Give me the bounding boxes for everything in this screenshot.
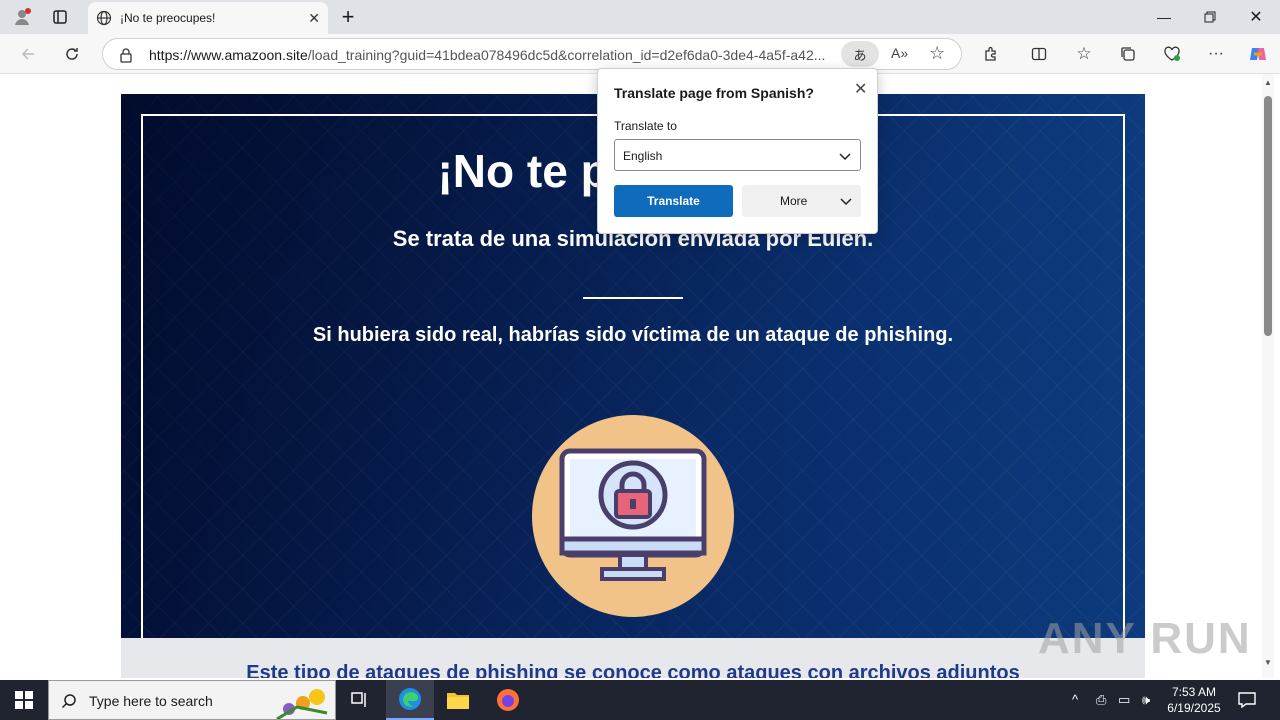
new-tab-icon[interactable]: +: [336, 0, 360, 34]
taskbar-search-box[interactable]: Type here to search: [48, 680, 336, 720]
translate-button[interactable]: Translate: [614, 185, 733, 217]
wifi-icon[interactable]: ▭: [1118, 692, 1130, 708]
extensions-icon[interactable]: [977, 40, 1005, 68]
chevron-down-icon: [840, 198, 852, 206]
back-icon[interactable]: [14, 40, 42, 68]
favorite-star-icon[interactable]: ☆: [929, 43, 945, 64]
lower-heading: Este tipo de ataques de phishing se cono…: [246, 662, 1020, 678]
scrollbar-thumb[interactable]: [1264, 96, 1272, 336]
lower-section: Este tipo de ataques de phishing se cono…: [121, 638, 1145, 678]
close-tab-icon[interactable]: ✕: [308, 10, 320, 27]
volume-icon[interactable]: 🕪: [1142, 692, 1150, 708]
scroll-down-icon[interactable]: ▼: [1264, 658, 1272, 667]
read-aloud-icon[interactable]: A»: [891, 45, 908, 61]
collections-icon[interactable]: [1114, 40, 1142, 68]
task-view-icon[interactable]: [336, 680, 384, 720]
refresh-icon[interactable]: [58, 40, 86, 68]
search-placeholder: Type here to search: [89, 693, 213, 709]
lock-info-icon[interactable]: [119, 47, 133, 68]
tab-title: ¡No te preocupes!: [120, 11, 216, 25]
minimize-icon[interactable]: —: [1150, 0, 1178, 34]
phishing-message: Si hubiera sido real, habrías sido vícti…: [312, 324, 954, 346]
restore-icon[interactable]: [1196, 0, 1224, 34]
close-popup-icon[interactable]: ✕: [854, 79, 867, 99]
more-menu-icon[interactable]: ···: [1202, 40, 1230, 68]
firefox-icon[interactable]: [484, 680, 532, 720]
file-explorer-icon[interactable]: [434, 680, 482, 720]
selected-language: English: [623, 149, 663, 163]
windows-start-icon[interactable]: [0, 680, 48, 720]
anyrun-watermark: ANY RUN: [1038, 614, 1252, 663]
taskbar-clock[interactable]: 7:53 AM 6/19/2025: [1162, 684, 1226, 716]
tab-active[interactable]: ¡No te preocupes! ✕: [88, 2, 328, 34]
tab-actions-icon[interactable]: [46, 0, 74, 34]
translate-popup: Translate page from Spanish? ✕ Translate…: [597, 68, 878, 234]
translate-to-label: Translate to: [614, 119, 677, 133]
address-bar[interactable]: https://www.amazoon.site/load_training?g…: [102, 38, 962, 70]
show-hidden-icons[interactable]: ^: [1072, 692, 1078, 707]
clock-time: 7:53 AM: [1171, 685, 1217, 699]
clock-date: 6/19/2025: [1167, 701, 1221, 715]
network-icon[interactable]: ⎙: [1096, 692, 1106, 708]
globe-icon: [96, 10, 112, 26]
split-screen-icon[interactable]: [1025, 40, 1053, 68]
notifications-icon[interactable]: [1238, 692, 1256, 711]
divider: [583, 297, 683, 299]
scroll-up-icon[interactable]: ▲: [1264, 78, 1272, 87]
translate-icon[interactable]: あ: [841, 41, 879, 67]
locked-computer-icon: [532, 415, 734, 617]
chevron-down-icon: [839, 153, 851, 161]
more-button[interactable]: More: [742, 185, 861, 217]
more-button-label: More: [780, 194, 808, 208]
language-select[interactable]: English: [614, 139, 861, 171]
favorites-icon[interactable]: ☆: [1070, 40, 1098, 68]
profile-icon[interactable]: [8, 0, 36, 34]
flowers-decoration-icon: [276, 689, 328, 719]
edge-taskbar-icon[interactable]: [386, 680, 434, 720]
browser-essentials-icon[interactable]: [1158, 40, 1186, 68]
copilot-icon[interactable]: [1244, 40, 1272, 68]
close-window-icon[interactable]: ✕: [1242, 0, 1270, 34]
page-scrollbar[interactable]: ▲ ▼: [1262, 74, 1274, 678]
url-text: https://www.amazoon.site/load_training?g…: [149, 47, 826, 63]
search-icon: [61, 694, 76, 709]
windows-taskbar: Type here to search ^ ⎙ ▭ 🕪 7:53 AM 6/19…: [0, 680, 1280, 720]
translate-popup-title: Translate page from Spanish?: [614, 85, 814, 101]
browser-tab-bar: ¡No te preocupes! ✕ + — ✕: [0, 0, 1280, 34]
